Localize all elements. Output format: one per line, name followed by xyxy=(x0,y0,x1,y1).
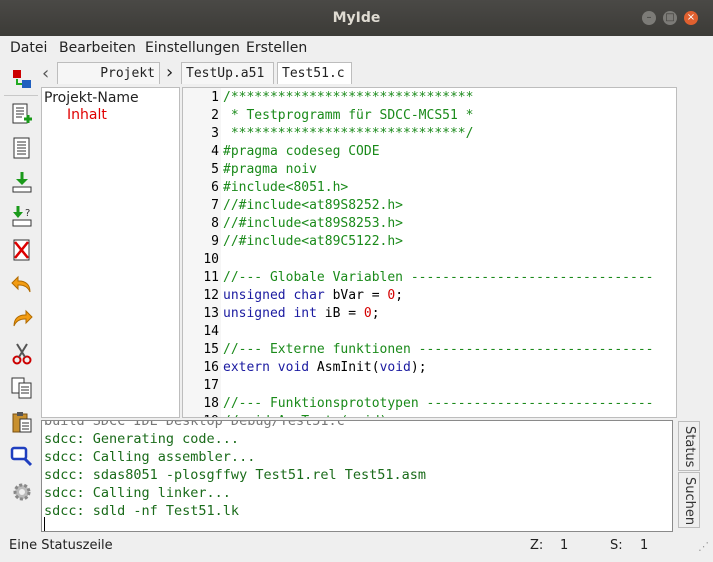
cut-icon[interactable] xyxy=(10,342,34,366)
menu-bar: Datei Bearbeiten Einstellungen Erstellen xyxy=(0,36,713,59)
output-line: sdcc: sdld -nf Test51.lk xyxy=(44,503,240,519)
window-title: MyIde xyxy=(332,10,381,26)
output-line: sdcc: Calling linker... xyxy=(44,485,231,501)
undo-icon[interactable] xyxy=(10,272,34,296)
copy-icon[interactable] xyxy=(10,376,34,400)
svg-text:?: ? xyxy=(25,208,30,219)
tab-status[interactable]: Status xyxy=(678,421,700,471)
line-number: 15 xyxy=(203,342,219,357)
new-file-icon[interactable] xyxy=(10,102,34,126)
menu-einstellungen[interactable]: Einstellungen xyxy=(145,40,240,56)
line-number: 18 xyxy=(203,396,219,411)
code-line: //--- Globale Variablen ----------------… xyxy=(223,270,654,285)
code-line: //void AsmTest (void); xyxy=(223,414,395,417)
output-line: sdcc: Generating code... xyxy=(44,431,240,447)
title-bar: MyIde – □ × xyxy=(0,0,713,36)
output-line: build SDCC IDE Desktop Debug/Test51.c xyxy=(44,420,345,429)
code-line: //--- Externe funktionen ---------------… xyxy=(223,342,654,357)
code-line: //#include<at89S8253.h> xyxy=(223,216,404,231)
output-line: sdcc: sdas8051 -plosgffwy Test51.rel Tes… xyxy=(44,467,427,483)
redo-icon[interactable] xyxy=(10,306,34,330)
code-line: //--- Funktionsprototypen --------------… xyxy=(223,396,654,411)
line-number: 7 xyxy=(211,198,219,213)
code-line: unsigned char bVar = 0; xyxy=(223,288,404,303)
menu-datei[interactable]: Datei xyxy=(10,40,47,56)
line-number: 12 xyxy=(203,288,219,303)
code-line: //#include<at89S8252.h> xyxy=(223,198,404,213)
project-name[interactable]: Projekt-Name xyxy=(44,90,139,106)
chevron-right-icon[interactable]: › xyxy=(166,62,173,83)
line-number: 14 xyxy=(203,324,219,339)
status-text: Eine Statuszeile xyxy=(9,538,113,553)
paste-icon[interactable] xyxy=(10,410,34,434)
resize-grip-icon[interactable]: ⋰ xyxy=(698,540,709,553)
code-line: #include<8051.h> xyxy=(223,180,349,195)
line-value: 1 xyxy=(560,538,569,553)
project-content[interactable]: Inhalt xyxy=(67,107,107,123)
download-question-icon[interactable]: ? xyxy=(10,204,34,228)
column-value: 1 xyxy=(640,538,649,553)
code-editor[interactable]: 12345678910111213141516171819 /*********… xyxy=(182,87,677,418)
chevron-left-icon[interactable]: ‹ xyxy=(42,63,49,84)
line-number: 11 xyxy=(203,270,219,285)
tab-projekt[interactable]: Projekt xyxy=(57,62,160,84)
project-panel: Projekt-Name Inhalt xyxy=(41,87,180,418)
code-line: #pragma codeseg CODE xyxy=(223,144,380,159)
menu-bearbeiten[interactable]: Bearbeiten xyxy=(59,40,136,56)
column-label: S: xyxy=(610,538,623,553)
code-line: * Testprogramm für SDCC-MCS51 * xyxy=(223,108,474,123)
close-icon[interactable]: × xyxy=(684,11,698,25)
tab-suchen[interactable]: Suchen xyxy=(678,472,700,528)
line-label: Z: xyxy=(530,538,544,553)
output-console[interactable]: build SDCC IDE Desktop Debug/Test51.c sd… xyxy=(41,420,673,532)
line-number: 8 xyxy=(211,216,219,231)
tab-bar: ‹ Projekt › TestUp.a51 Test51.c xyxy=(40,60,713,86)
line-number: 3 xyxy=(211,126,219,141)
code-line: /******************************* xyxy=(223,90,474,105)
text-cursor xyxy=(44,517,45,531)
line-number: 2 xyxy=(211,108,219,123)
tab-test51[interactable]: Test51.c xyxy=(277,62,352,84)
code-line: ******************************/ xyxy=(223,126,474,141)
search-icon[interactable] xyxy=(10,444,34,468)
document-icon[interactable] xyxy=(10,136,34,160)
line-number: 17 xyxy=(203,378,219,393)
gear-icon[interactable] xyxy=(10,480,34,504)
line-number: 1 xyxy=(211,90,219,105)
minimize-icon[interactable]: – xyxy=(642,11,656,25)
line-number: 19 xyxy=(183,414,219,417)
line-number: 4 xyxy=(211,144,219,159)
output-line: sdcc: Calling assembler... xyxy=(44,449,256,465)
line-number: 5 xyxy=(211,162,219,177)
maximize-icon[interactable]: □ xyxy=(663,11,677,25)
line-number: 6 xyxy=(211,180,219,195)
code-line: unsigned int iB = 0; xyxy=(223,306,380,321)
line-number: 10 xyxy=(203,252,219,267)
code-line: #pragma noiv xyxy=(223,162,317,177)
tab-testup[interactable]: TestUp.a51 xyxy=(181,62,274,84)
download-icon[interactable] xyxy=(10,170,34,194)
code-line: //#include<at89C5122.h> xyxy=(223,234,404,249)
code-line: extern void AsmInit(void); xyxy=(223,360,427,375)
vertical-toolbar: ? xyxy=(0,59,40,535)
line-number: 13 xyxy=(203,306,219,321)
line-number-gutter: 12345678910111213141516171819 xyxy=(183,88,221,417)
delete-icon[interactable] xyxy=(10,238,34,262)
menu-erstellen[interactable]: Erstellen xyxy=(246,40,307,56)
project-icon[interactable] xyxy=(10,67,34,91)
line-number: 16 xyxy=(203,360,219,375)
status-bar: Eine Statuszeile Z: 1 S: 1 ⋰ xyxy=(0,535,713,562)
line-number: 9 xyxy=(211,234,219,249)
